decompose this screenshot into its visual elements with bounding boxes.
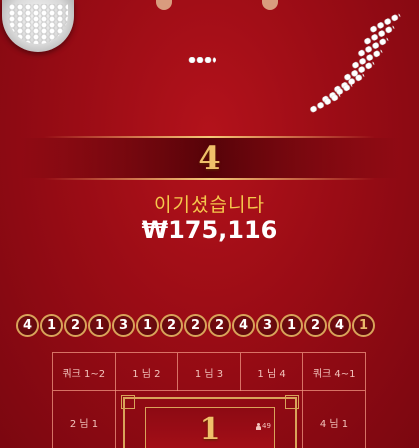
chip-bowl-icon <box>2 0 74 52</box>
top-bet-row: 쿼크 1~2 1 님 21 님 31 님 4 쿼크 4~1 <box>53 353 365 391</box>
center-bet-number: 1 <box>199 412 221 447</box>
betting-board: 쿼크 1~2 1 님 21 님 31 님 4 쿼크 4~1 2 님 1 1 49 4… <box>52 352 366 448</box>
win-message: 이기셨습니다 <box>154 194 265 216</box>
history-bead: 4 <box>232 314 255 337</box>
chip-rows-right <box>300 12 410 124</box>
bet-spot-right[interactable]: 4 님 1 <box>302 391 365 448</box>
history-bead: 2 <box>304 314 327 337</box>
history-bead: 1 <box>136 314 159 337</box>
player-count-badge: 49 <box>256 422 271 430</box>
history-bead: 2 <box>208 314 231 337</box>
bet-spot-center[interactable]: 1 49 <box>119 393 301 448</box>
banner-divider-bottom <box>44 178 375 180</box>
frame-corner-right <box>285 395 299 409</box>
history-bead: 1 <box>280 314 303 337</box>
history-bead: 3 <box>256 314 279 337</box>
bet-spot-top-3[interactable]: 1 님 3 <box>178 353 241 391</box>
history-bead: 1 <box>40 314 63 337</box>
history-bead: 4 <box>328 314 351 337</box>
result-history-road: 412131222431241 <box>16 314 416 340</box>
bet-spot-top-4[interactable]: 1 님 4 <box>241 353 304 391</box>
history-bead: 1 <box>352 314 375 337</box>
history-bead: 2 <box>184 314 207 337</box>
bet-spot-top-2[interactable]: 1 님 2 <box>116 353 179 391</box>
center-inner-box: 1 49 <box>145 407 275 448</box>
banner-divider-top <box>44 136 375 138</box>
player-count: 49 <box>262 422 271 430</box>
history-bead: 4 <box>16 314 39 337</box>
history-bead: 3 <box>112 314 135 337</box>
dealer-left-hand <box>156 0 172 10</box>
bet-spot-top-1[interactable]: 쿼크 1~2 <box>53 353 116 391</box>
payout-amount: ₩175,116 <box>141 216 278 244</box>
bet-spot-top-5[interactable]: 쿼크 4~1 <box>303 353 365 391</box>
dealer-right-hand <box>262 0 278 10</box>
frame-corner-left <box>121 395 135 409</box>
history-bead: 1 <box>88 314 111 337</box>
bet-spot-left[interactable]: 2 님 1 <box>53 391 116 448</box>
history-bead: 2 <box>160 314 183 337</box>
center-chip-row <box>188 57 216 63</box>
person-icon <box>256 422 261 430</box>
result-number: 4 <box>198 139 221 177</box>
history-bead: 2 <box>64 314 87 337</box>
live-table-view <box>0 0 419 130</box>
